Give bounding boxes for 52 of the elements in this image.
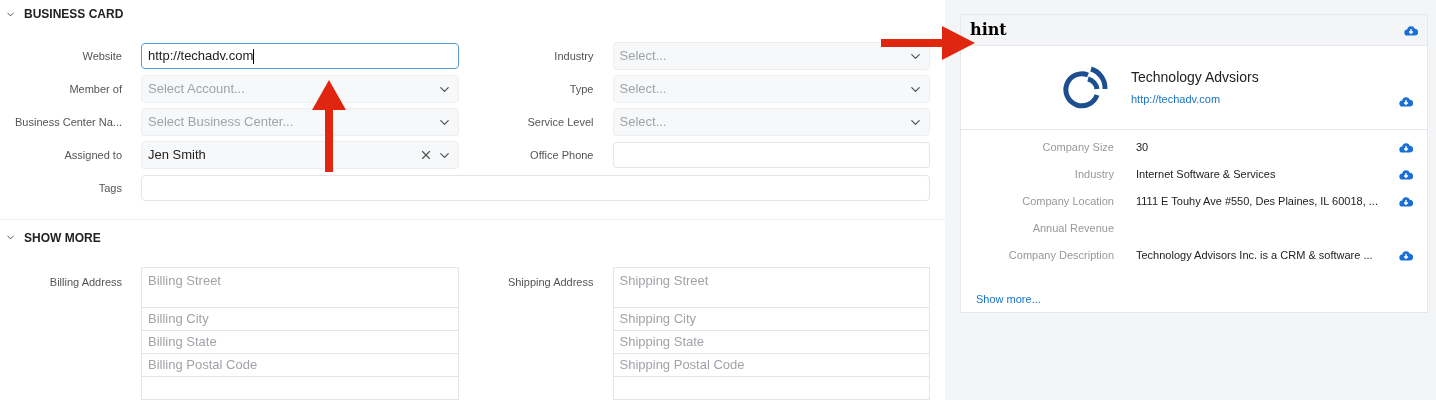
info-value: Technology Advisors Inc. is a CRM & software ... <box>1136 248 1374 264</box>
field-label: Business Center Na... <box>14 114 123 130</box>
field-label: Service Level <box>526 114 595 130</box>
info-label: Industry <box>1073 167 1115 183</box>
cloud-download-icon[interactable] <box>1399 250 1413 261</box>
field-label: Shipping Address <box>506 275 595 290</box>
text-field[interactable] <box>141 376 459 400</box>
text-field[interactable]: http://techadv.com <box>141 43 459 70</box>
company-logo <box>1061 64 1109 111</box>
field-label: Industry <box>553 48 595 64</box>
field-label: Member of <box>68 81 123 97</box>
cloud-download-icon[interactable] <box>1399 196 1413 207</box>
cloud-download-icon[interactable] <box>1399 142 1413 153</box>
field-label: Billing Address <box>48 275 123 290</box>
field-label: Assigned to <box>63 147 123 163</box>
info-value: 30 <box>1136 140 1150 156</box>
select-field[interactable]: Jen Smith <box>141 141 459 170</box>
info-label: Company Description <box>1007 248 1115 264</box>
text-field[interactable]: Shipping Postal Code <box>612 353 930 377</box>
text-field[interactable] <box>612 376 930 400</box>
select-field[interactable]: Select... <box>612 75 930 104</box>
text-field[interactable]: Shipping State <box>612 330 930 354</box>
text-field[interactable]: Billing City <box>141 307 459 331</box>
cloud-download-icon[interactable] <box>1399 96 1413 107</box>
text-field[interactable]: Shipping City <box>612 307 930 331</box>
select-field[interactable]: Select... <box>612 42 930 71</box>
select-field[interactable]: Select... <box>612 108 930 137</box>
field-label: Type <box>568 81 595 97</box>
info-label: Annual Revenue <box>1031 221 1115 237</box>
field-label: Website <box>81 48 123 64</box>
select-field[interactable]: Select Account... <box>141 75 459 104</box>
text-field[interactable] <box>141 175 930 202</box>
company-name: Technology Advsiors <box>1131 68 1260 88</box>
info-value: Internet Software & Services <box>1136 167 1277 183</box>
section-title[interactable]: SHOW MORE <box>24 228 101 247</box>
text-field[interactable]: Billing State <box>141 330 459 354</box>
text-field[interactable]: Billing Postal Code <box>141 353 459 377</box>
text-field[interactable] <box>612 142 930 169</box>
textarea-field[interactable]: Shipping Street <box>612 267 930 308</box>
show-more-link[interactable]: Show more... <box>976 291 1427 308</box>
logo: hint <box>970 19 1007 41</box>
info-label: Company Location <box>1021 194 1115 210</box>
info-label: Company Size <box>1041 140 1115 156</box>
textarea-field[interactable]: Billing Street <box>141 267 459 308</box>
cloud-download-icon[interactable] <box>1399 169 1413 180</box>
field-label: Tags <box>97 180 123 196</box>
field-label: Office Phone <box>529 147 595 163</box>
section-title[interactable]: BUSINESS CARD <box>24 5 124 24</box>
info-value: 1111 E Touhy Ave #550, Des Plaines, IL 60018, ... <box>1136 194 1379 210</box>
company-link[interactable]: http://techadv.com <box>1131 91 1399 108</box>
select-field[interactable]: Select Business Center... <box>141 108 459 137</box>
cloud-download-icon[interactable] <box>1404 24 1418 36</box>
